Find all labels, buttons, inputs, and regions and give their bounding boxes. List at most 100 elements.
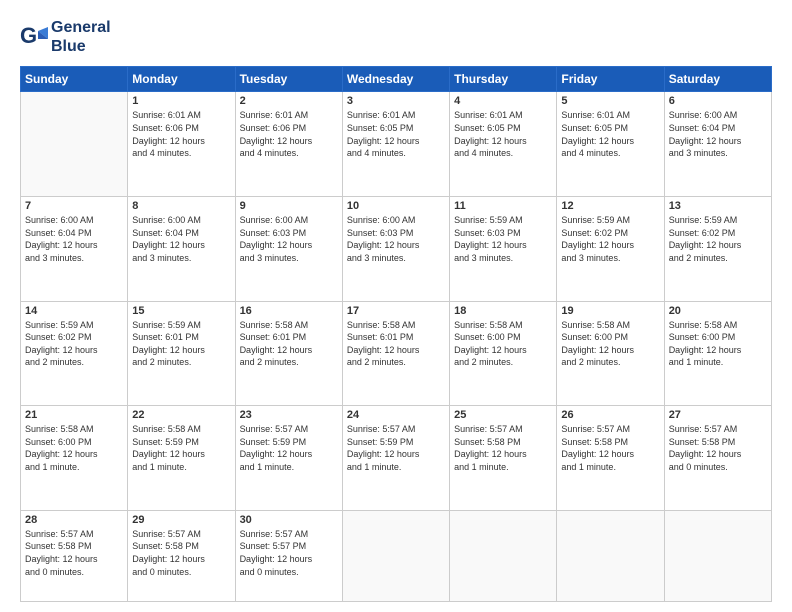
calendar-cell: 8 Sunrise: 6:00 AM Sunset: 6:04 PM Daylig… — [128, 197, 235, 302]
day-number: 6 — [669, 95, 767, 107]
calendar-week-3: 14Sunrise: 5:59 AM Sunset: 6:02 PM Dayli… — [21, 301, 772, 406]
day-number: 8 — [132, 200, 230, 212]
calendar-cell: 3Sunrise: 6:01 AM Sunset: 6:05 PM Daylig… — [342, 92, 449, 197]
calendar-cell — [557, 510, 664, 601]
cell-info: Sunrise: 5:57 AM Sunset: 5:58 PM Dayligh… — [669, 423, 767, 473]
calendar-cell: 12Sunrise: 5:59 AM Sunset: 6:02 PM Dayli… — [557, 197, 664, 302]
cell-info: Sunrise: 6:00 AM Sunset: 6:04 PM Dayligh… — [669, 109, 767, 159]
weekday-header-row: SundayMondayTuesdayWednesdayThursdayFrid… — [21, 67, 772, 92]
day-number: 9 — [240, 200, 338, 212]
calendar-cell: 20 Sunrise: 5:58 AM Sunset: 6:00 PM Dayli… — [664, 301, 771, 406]
cell-info: Sunrise: 6:00 AM Sunset: 6:04 PM Dayligh… — [25, 214, 123, 264]
day-number: 27 — [669, 409, 767, 421]
logo-icon: G — [20, 23, 48, 51]
calendar-cell: 26 Sunrise: 5:57 AM Sunset: 5:58 PM Dayli… — [557, 406, 664, 511]
calendar-cell: 14Sunrise: 5:59 AM Sunset: 6:02 PM Dayli… — [21, 301, 128, 406]
calendar-cell: 30 Sunrise: 5:57 AM Sunset: 5:57 PM Dayli… — [235, 510, 342, 601]
calendar-cell: 23 Sunrise: 5:57 AM Sunset: 5:59 PM Dayli… — [235, 406, 342, 511]
day-number: 2 — [240, 95, 338, 107]
weekday-friday: Friday — [557, 67, 664, 92]
cell-info: Sunrise: 5:58 AM Sunset: 6:00 PM Dayligh… — [669, 319, 767, 369]
day-number: 21 — [25, 409, 123, 421]
cell-info: Sunrise: 5:57 AM Sunset: 5:59 PM Dayligh… — [347, 423, 445, 473]
calendar-table: SundayMondayTuesdayWednesdayThursdayFrid… — [20, 66, 772, 602]
logo-text: General Blue — [51, 18, 111, 56]
cell-info: Sunrise: 5:57 AM Sunset: 5:58 PM Dayligh… — [132, 528, 230, 578]
day-number: 5 — [561, 95, 659, 107]
day-number: 22 — [132, 409, 230, 421]
cell-info: Sunrise: 5:58 AM Sunset: 6:01 PM Dayligh… — [240, 319, 338, 369]
cell-info: Sunrise: 5:59 AM Sunset: 6:03 PM Dayligh… — [454, 214, 552, 264]
calendar-cell: 25 Sunrise: 5:57 AM Sunset: 5:58 PM Dayli… — [450, 406, 557, 511]
calendar-cell — [21, 92, 128, 197]
calendar-cell: 19 Sunrise: 5:58 AM Sunset: 6:00 PM Dayli… — [557, 301, 664, 406]
cell-info: Sunrise: 5:57 AM Sunset: 5:58 PM Dayligh… — [561, 423, 659, 473]
cell-info: Sunrise: 6:00 AM Sunset: 6:03 PM Dayligh… — [240, 214, 338, 264]
day-number: 23 — [240, 409, 338, 421]
day-number: 19 — [561, 305, 659, 317]
weekday-monday: Monday — [128, 67, 235, 92]
calendar-week-1: 1Sunrise: 6:01 AM Sunset: 6:06 PM Daylig… — [21, 92, 772, 197]
weekday-sunday: Sunday — [21, 67, 128, 92]
cell-info: Sunrise: 6:01 AM Sunset: 6:06 PM Dayligh… — [240, 109, 338, 159]
calendar-week-2: 7 Sunrise: 6:00 AM Sunset: 6:04 PM Daylig… — [21, 197, 772, 302]
calendar-cell: 15 Sunrise: 5:59 AM Sunset: 6:01 PM Dayli… — [128, 301, 235, 406]
cell-info: Sunrise: 5:58 AM Sunset: 6:01 PM Dayligh… — [347, 319, 445, 369]
cell-info: Sunrise: 5:58 AM Sunset: 6:00 PM Dayligh… — [25, 423, 123, 473]
cell-info: Sunrise: 5:58 AM Sunset: 6:00 PM Dayligh… — [561, 319, 659, 369]
weekday-thursday: Thursday — [450, 67, 557, 92]
calendar-cell: 5 Sunrise: 6:01 AM Sunset: 6:05 PM Daylig… — [557, 92, 664, 197]
day-number: 18 — [454, 305, 552, 317]
calendar-cell: 22 Sunrise: 5:58 AM Sunset: 5:59 PM Dayli… — [128, 406, 235, 511]
header: G General Blue — [20, 18, 772, 56]
cell-info: Sunrise: 6:01 AM Sunset: 6:05 PM Dayligh… — [454, 109, 552, 159]
cell-info: Sunrise: 5:58 AM Sunset: 6:00 PM Dayligh… — [454, 319, 552, 369]
calendar-cell: 10Sunrise: 6:00 AM Sunset: 6:03 PM Dayli… — [342, 197, 449, 302]
calendar-cell: 27 Sunrise: 5:57 AM Sunset: 5:58 PM Dayli… — [664, 406, 771, 511]
cell-info: Sunrise: 5:59 AM Sunset: 6:02 PM Dayligh… — [561, 214, 659, 264]
cell-info: Sunrise: 6:01 AM Sunset: 6:06 PM Dayligh… — [132, 109, 230, 159]
day-number: 28 — [25, 514, 123, 526]
calendar-cell: 13Sunrise: 5:59 AM Sunset: 6:02 PM Dayli… — [664, 197, 771, 302]
calendar-cell: 7 Sunrise: 6:00 AM Sunset: 6:04 PM Daylig… — [21, 197, 128, 302]
calendar-cell: 2 Sunrise: 6:01 AM Sunset: 6:06 PM Daylig… — [235, 92, 342, 197]
svg-text:G: G — [20, 23, 37, 48]
calendar-week-5: 28 Sunrise: 5:57 AM Sunset: 5:58 PM Dayli… — [21, 510, 772, 601]
calendar-cell — [664, 510, 771, 601]
logo: G General Blue — [20, 18, 111, 56]
cell-info: Sunrise: 6:00 AM Sunset: 6:04 PM Dayligh… — [132, 214, 230, 264]
day-number: 30 — [240, 514, 338, 526]
day-number: 10 — [347, 200, 445, 212]
day-number: 25 — [454, 409, 552, 421]
weekday-wednesday: Wednesday — [342, 67, 449, 92]
day-number: 26 — [561, 409, 659, 421]
calendar-cell: 28 Sunrise: 5:57 AM Sunset: 5:58 PM Dayli… — [21, 510, 128, 601]
cell-info: Sunrise: 5:59 AM Sunset: 6:01 PM Dayligh… — [132, 319, 230, 369]
calendar-cell: 29 Sunrise: 5:57 AM Sunset: 5:58 PM Dayli… — [128, 510, 235, 601]
calendar-cell — [342, 510, 449, 601]
calendar-cell: 9 Sunrise: 6:00 AM Sunset: 6:03 PM Daylig… — [235, 197, 342, 302]
cell-info: Sunrise: 6:01 AM Sunset: 6:05 PM Dayligh… — [561, 109, 659, 159]
calendar-cell: 11 Sunrise: 5:59 AM Sunset: 6:03 PM Dayli… — [450, 197, 557, 302]
weekday-saturday: Saturday — [664, 67, 771, 92]
calendar-cell: 17Sunrise: 5:58 AM Sunset: 6:01 PM Dayli… — [342, 301, 449, 406]
cell-info: Sunrise: 5:58 AM Sunset: 5:59 PM Dayligh… — [132, 423, 230, 473]
calendar-cell: 16Sunrise: 5:58 AM Sunset: 6:01 PM Dayli… — [235, 301, 342, 406]
day-number: 11 — [454, 200, 552, 212]
calendar-week-4: 21 Sunrise: 5:58 AM Sunset: 6:00 PM Dayli… — [21, 406, 772, 511]
day-number: 14 — [25, 305, 123, 317]
day-number: 20 — [669, 305, 767, 317]
calendar-cell: 21 Sunrise: 5:58 AM Sunset: 6:00 PM Dayli… — [21, 406, 128, 511]
day-number: 4 — [454, 95, 552, 107]
cell-info: Sunrise: 5:57 AM Sunset: 5:58 PM Dayligh… — [25, 528, 123, 578]
day-number: 15 — [132, 305, 230, 317]
calendar-cell: 6 Sunrise: 6:00 AM Sunset: 6:04 PM Daylig… — [664, 92, 771, 197]
day-number: 13 — [669, 200, 767, 212]
calendar-cell: 24Sunrise: 5:57 AM Sunset: 5:59 PM Dayli… — [342, 406, 449, 511]
cell-info: Sunrise: 5:57 AM Sunset: 5:59 PM Dayligh… — [240, 423, 338, 473]
calendar-cell: 18 Sunrise: 5:58 AM Sunset: 6:00 PM Dayli… — [450, 301, 557, 406]
cell-info: Sunrise: 5:57 AM Sunset: 5:58 PM Dayligh… — [454, 423, 552, 473]
cell-info: Sunrise: 5:57 AM Sunset: 5:57 PM Dayligh… — [240, 528, 338, 578]
day-number: 29 — [132, 514, 230, 526]
day-number: 7 — [25, 200, 123, 212]
